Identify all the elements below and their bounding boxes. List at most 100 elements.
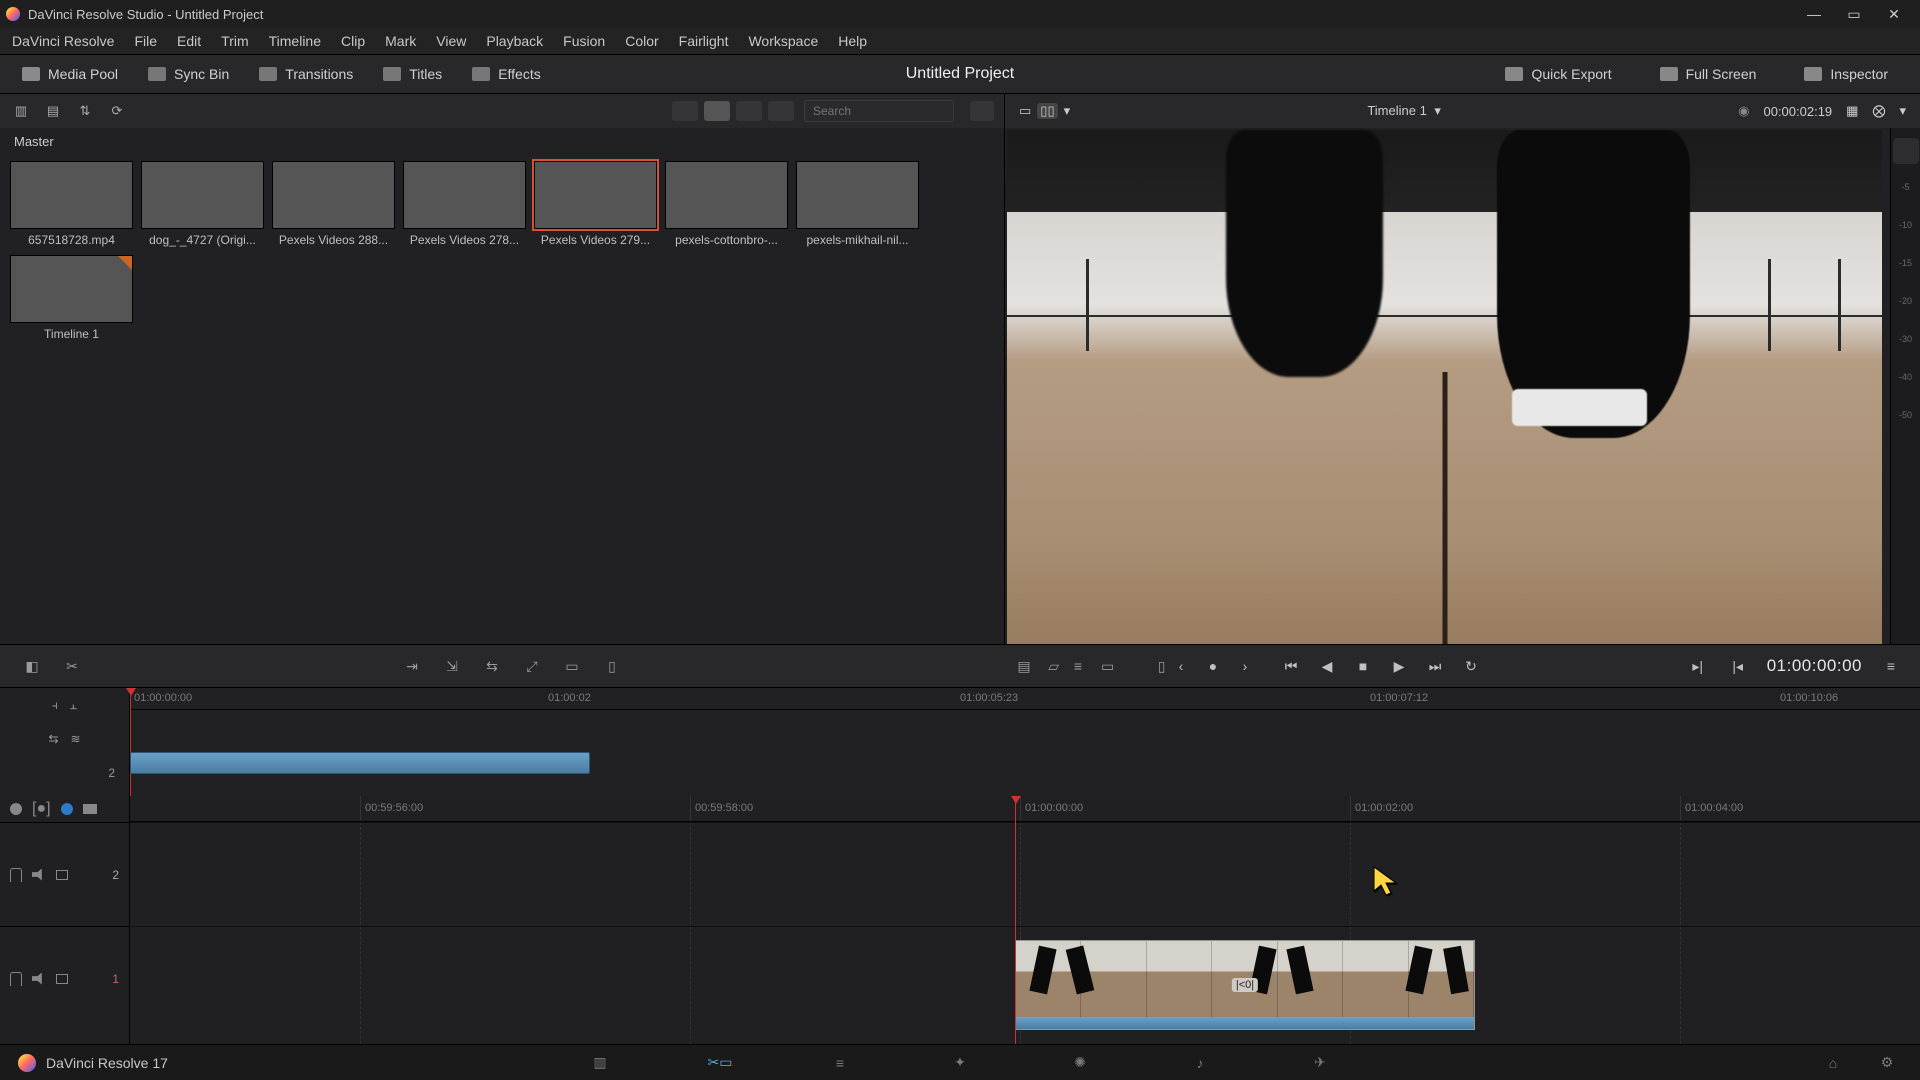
clip-thumbnail[interactable] [141,161,264,229]
mini-timeline-body[interactable]: 01:00:00:00 01:00:02 01:00:05:23 01:00:0… [130,688,1920,796]
track-v1-header[interactable]: 1 [0,926,129,1030]
menu-file[interactable]: File [134,33,157,49]
minimize-button[interactable]: — [1794,2,1834,26]
step-back-icon[interactable]: ◀ [1316,655,1338,677]
timeline-ruler[interactable]: 00:59:56:00 00:59:58:00 01:00:00:00 01:0… [130,796,1920,822]
sync-bin-toggle[interactable]: Sync Bin [138,62,239,86]
transitions-toggle[interactable]: Transitions [249,62,363,86]
place-on-top-icon[interactable]: ▭ [558,655,586,677]
append-icon[interactable]: ⇲ [438,655,466,677]
clip-thumbnail[interactable] [10,161,133,229]
viewer-canvas[interactable] [1007,130,1882,644]
track-v2-lane[interactable] [130,822,1920,926]
page-edit-icon[interactable]: ≡ [825,1052,855,1074]
menu-fusion[interactable]: Fusion [563,33,605,49]
clip-thumbnail[interactable] [665,161,788,229]
timeline-playhead[interactable] [1015,796,1016,1044]
speaker-icon[interactable] [32,869,46,881]
close-window-button[interactable]: ✕ [1874,2,1914,26]
strip-view-icon[interactable] [736,101,762,121]
timeline-name-label[interactable]: Timeline 1 [1367,103,1426,118]
page-fusion-icon[interactable]: ✦ [945,1052,975,1074]
media-clip[interactable]: Timeline 1 [10,255,133,341]
clip-thumb-icon[interactable] [83,804,97,814]
mini-timeline-clip[interactable] [130,752,590,774]
media-clip[interactable]: Pexels Videos 278... [403,161,526,247]
clip-audio-strip[interactable] [1016,1017,1474,1029]
menu-workspace[interactable]: Workspace [748,33,818,49]
edit-tool-icon[interactable] [10,803,22,815]
speaker-icon[interactable] [32,973,46,985]
project-settings-icon[interactable]: ⚙ [1872,1052,1902,1074]
menu-edit[interactable]: Edit [177,33,201,49]
media-clip[interactable]: pexels-cottonbro-... [665,161,788,247]
timeline-body[interactable]: 00:59:56:00 00:59:58:00 01:00:00:00 01:0… [130,796,1920,1044]
track-audio-icon[interactable]: ≋ [71,732,81,746]
home-icon[interactable]: ⌂ [1818,1052,1848,1074]
menu-timeline[interactable]: Timeline [269,33,321,49]
menu-davinci-resolve[interactable]: DaVinci Resolve [12,33,114,49]
safe-area-icon[interactable]: ▦ [1846,103,1858,119]
track-v2-header[interactable]: 2 [0,822,129,926]
loop-icon[interactable]: ↻ [1460,655,1482,677]
speaker-mute-icon[interactable] [1893,138,1919,164]
sort-icon[interactable]: ⇅ [74,100,96,122]
ripple-overwrite-icon[interactable]: ⇆ [478,655,506,677]
clip-thumbnail[interactable] [403,161,526,229]
menu-playback[interactable]: Playback [486,33,543,49]
page-fairlight-icon[interactable]: ♪ [1185,1052,1215,1074]
split-clip-icon[interactable]: ✂ [58,655,86,677]
menu-color[interactable]: Color [625,33,658,49]
track-sync-icon[interactable]: ⇆ [48,732,58,746]
go-last-frame-icon[interactable]: ⏭ [1424,655,1446,677]
timeline-mode-b-icon[interactable]: ⫠ [70,698,77,713]
boring-detector-icon[interactable]: ◧ [18,655,46,677]
clip-color-icon[interactable] [61,803,73,815]
lock-icon[interactable] [10,868,22,882]
jog-left-icon[interactable]: ‹ [1170,655,1192,677]
menu-mark[interactable]: Mark [385,33,416,49]
list-view-icon[interactable] [768,101,794,121]
media-clip[interactable]: dog_-_4727 (Origi... [141,161,264,247]
clip-thumbnail[interactable] [534,161,657,229]
quick-export-button[interactable]: Quick Export [1495,62,1621,86]
close-up-icon[interactable]: ⤢ [518,655,546,677]
resolve-bin-icon[interactable]: ▤ [42,100,64,122]
thumbnail-view-icon[interactable] [704,101,730,121]
clip-thumbnail[interactable] [10,255,133,323]
page-cut-icon[interactable]: ✂▭ [705,1052,735,1074]
menu-view[interactable]: View [436,33,466,49]
media-clip[interactable]: pexels-mikhail-nil... [796,161,919,247]
maximize-button[interactable]: ▭ [1834,2,1874,26]
inspector-toggle[interactable]: Inspector [1794,62,1898,86]
tools-icon[interactable]: ▤ [1010,655,1038,677]
dual-viewer-icon[interactable]: ▯▯ [1037,103,1057,119]
scopes-dropdown-icon[interactable]: ▾ [1899,103,1906,119]
timeline-mode-a-icon[interactable]: ⫞ [52,698,58,713]
prev-edit-icon[interactable]: |◂ [1727,655,1749,677]
sliders-icon[interactable]: ≡ [1064,655,1092,677]
menu-trim[interactable]: Trim [221,33,248,49]
bin-master-label[interactable]: Master [0,128,1004,155]
refresh-icon[interactable]: ⟳ [106,100,128,122]
menu-help[interactable]: Help [838,33,867,49]
smart-insert-icon[interactable]: ⇥ [398,655,426,677]
media-clip[interactable]: 657518728.mp4 [10,161,133,247]
marker-tool-icon[interactable]: [●] [32,800,51,818]
metadata-view-icon[interactable] [672,101,698,121]
page-media-icon[interactable]: ▥ [585,1052,615,1074]
timeline-options-icon[interactable]: ≡ [1880,655,1902,677]
timeline-clip[interactable]: |<0| [1015,940,1475,1030]
video-enable-icon[interactable] [56,974,68,984]
page-deliver-icon[interactable]: ✈ [1305,1052,1335,1074]
clip-thumbnail[interactable] [796,161,919,229]
viewer-options-icon[interactable]: ▾ [1064,103,1071,119]
effects-toggle[interactable]: Effects [462,62,551,86]
timeline-dropdown-icon[interactable]: ▾ [1434,103,1441,118]
go-first-frame-icon[interactable]: ⏮ [1280,655,1302,677]
clip-thumbnail[interactable] [272,161,395,229]
filter-icon[interactable] [970,101,994,121]
menu-fairlight[interactable]: Fairlight [679,33,729,49]
import-media-icon[interactable]: ▥ [10,100,32,122]
page-color-icon[interactable]: ✺ [1065,1052,1095,1074]
